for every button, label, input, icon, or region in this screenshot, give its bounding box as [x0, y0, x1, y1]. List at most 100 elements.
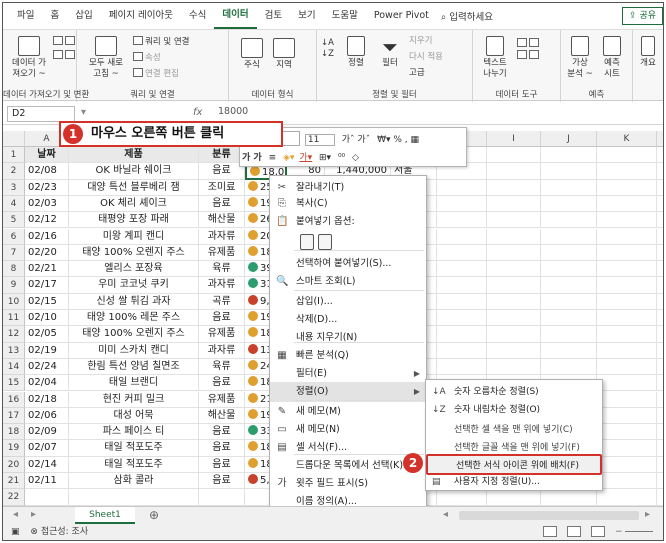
cell-c22[interactable]	[199, 489, 245, 506]
row-header[interactable]: 5	[3, 212, 25, 229]
borders-icon[interactable]: ⊞▾	[319, 153, 331, 163]
cell-j6[interactable]	[541, 228, 597, 245]
cell-i4[interactable]	[487, 195, 541, 213]
properties-button[interactable]: 속성	[133, 52, 161, 64]
cell-l11[interactable]	[657, 310, 663, 327]
cell-a12[interactable]: 02/05	[25, 326, 69, 343]
row-header[interactable]: 16	[3, 391, 25, 408]
cell-h3[interactable]	[437, 179, 487, 196]
tab-view[interactable]: 보기	[290, 3, 323, 29]
cell-a2[interactable]: 02/08	[25, 163, 69, 180]
cell-k19[interactable]	[597, 440, 657, 457]
cell-h4[interactable]	[437, 195, 487, 213]
cell-l16[interactable]	[657, 392, 663, 408]
tab-file[interactable]: 파일	[9, 3, 42, 29]
cell-a13[interactable]: 02/19	[25, 342, 69, 359]
cell-b4[interactable]: OK 체리 셰이크	[69, 195, 199, 213]
cell-b8[interactable]: 엘리스 포장육	[69, 261, 199, 278]
cell-k5[interactable]	[597, 212, 657, 229]
filter-button[interactable]: ⏷ 필터	[375, 36, 405, 69]
increase-font-icon[interactable]: 가ˆ	[342, 135, 355, 145]
tab-data[interactable]: 데이터	[214, 3, 257, 29]
row-header[interactable]: 18	[3, 424, 25, 441]
cell-k15[interactable]	[597, 375, 657, 392]
cell-k14[interactable]	[597, 358, 657, 376]
row-header[interactable]: 4	[3, 195, 25, 213]
cell-b21[interactable]: 삼화 콜라	[69, 473, 199, 490]
cell-b12[interactable]: 태양 100% 오렌지 주스	[69, 326, 199, 343]
cell-b1[interactable]: 제품	[69, 147, 199, 164]
cell-j8[interactable]	[541, 261, 597, 278]
cell-j5[interactable]	[541, 212, 597, 229]
sheet-next-icon[interactable]: ▸	[31, 509, 36, 520]
cell-b11[interactable]: 태양 100% 레몬 주스	[69, 310, 199, 327]
cell-a7[interactable]: 02/20	[25, 244, 69, 262]
cell-h14[interactable]	[437, 358, 487, 376]
cell-h7[interactable]	[437, 244, 487, 262]
cell-k9[interactable]	[597, 277, 657, 294]
data-tools-icons[interactable]	[517, 38, 541, 62]
cell-a3[interactable]: 02/23	[25, 179, 69, 196]
cell-i1[interactable]	[487, 147, 541, 164]
cell-j4[interactable]	[541, 195, 597, 213]
row-header[interactable]: 2	[3, 163, 25, 180]
column-header-j[interactable]: J	[541, 131, 597, 147]
cell-i12[interactable]	[487, 326, 541, 343]
context-menu-item[interactable]: 내용 지우기(N)	[270, 328, 426, 348]
sheet-prev-icon[interactable]: ◂	[13, 509, 18, 520]
cell-b5[interactable]: 태평양 포장 파래	[69, 212, 199, 229]
paste-option-icon[interactable]	[318, 234, 332, 250]
cell-a6[interactable]: 02/16	[25, 228, 69, 245]
cell-c11[interactable]: 음료	[199, 310, 245, 327]
cell-l18[interactable]	[657, 424, 663, 441]
font-color-icon[interactable]: 가▾	[299, 153, 312, 163]
cell-c6[interactable]: 과자류	[199, 228, 245, 245]
cell-c7[interactable]: 유제품	[199, 244, 245, 262]
cell-j3[interactable]	[541, 179, 597, 196]
what-if-button[interactable]: 가상 분석 ~	[565, 36, 595, 80]
cell-b10[interactable]: 신성 쌀 튀김 과자	[69, 293, 199, 310]
cell-l13[interactable]	[657, 343, 663, 359]
cell-c20[interactable]: 음료	[199, 456, 245, 473]
cell-i13[interactable]	[487, 342, 541, 359]
accessibility-icon[interactable]: ⊗	[30, 527, 38, 537]
sheet-tab-sheet1[interactable]: Sheet1	[75, 507, 135, 524]
row-header[interactable]: 12	[3, 326, 25, 343]
cell-a21[interactable]: 02/11	[25, 473, 69, 490]
row-header[interactable]: 13	[3, 342, 25, 359]
cell-k4[interactable]	[597, 195, 657, 213]
cell-j11[interactable]	[541, 310, 597, 327]
cell-l22[interactable]	[657, 489, 663, 506]
cell-b7[interactable]: 태양 100% 오렌지 주스	[69, 244, 199, 262]
cell-l15[interactable]	[657, 375, 663, 392]
context-menu-item[interactable]: ▤ 셀 서식(F)...	[270, 438, 426, 458]
decrease-font-icon[interactable]: 가ˇ	[357, 135, 370, 145]
cell-i6[interactable]	[487, 228, 541, 245]
context-menu-item[interactable]: 📋 붙여넣기 옵션:	[270, 212, 426, 232]
text-to-columns-button[interactable]: 텍스트 나누기	[477, 36, 513, 80]
refresh-all-button[interactable]: 모두 새로 고침 ~	[85, 36, 127, 80]
cell-i14[interactable]	[487, 358, 541, 376]
cell-h12[interactable]	[437, 326, 487, 343]
tell-me-box[interactable]: ⌕ 입력하세요	[441, 9, 493, 23]
hscroll-left-icon[interactable]: ◂	[443, 509, 448, 520]
cell-l1[interactable]	[657, 147, 663, 164]
cell-b19[interactable]: 태일 적포도주	[69, 440, 199, 457]
fill-color-icon[interactable]: ◈▾	[283, 153, 294, 163]
zoom-slider[interactable]	[625, 531, 653, 532]
cell-b17[interactable]: 대성 어묵	[69, 407, 199, 425]
decimal-icon[interactable]: ⁰⁰	[338, 153, 345, 163]
cell-c12[interactable]: 유제품	[199, 326, 245, 343]
forecast-sheet-button[interactable]: 예측 시트	[597, 36, 627, 80]
currency-icon[interactable]: ₩▾	[377, 135, 390, 145]
clear-filter-button[interactable]: 지우기	[409, 36, 432, 47]
from-text-icon[interactable]	[53, 36, 77, 48]
cell-k3[interactable]	[597, 179, 657, 196]
row-header[interactable]: 15	[3, 375, 25, 392]
row-header[interactable]: 1	[3, 147, 25, 164]
cell-k21[interactable]	[597, 473, 657, 490]
context-menu-item[interactable]: 🔍 스마트 조회(L)	[270, 272, 426, 292]
cell-j2[interactable]	[541, 163, 597, 180]
hscroll-right-icon[interactable]: ▸	[645, 509, 650, 520]
geography-button[interactable]: 지역	[269, 38, 299, 71]
